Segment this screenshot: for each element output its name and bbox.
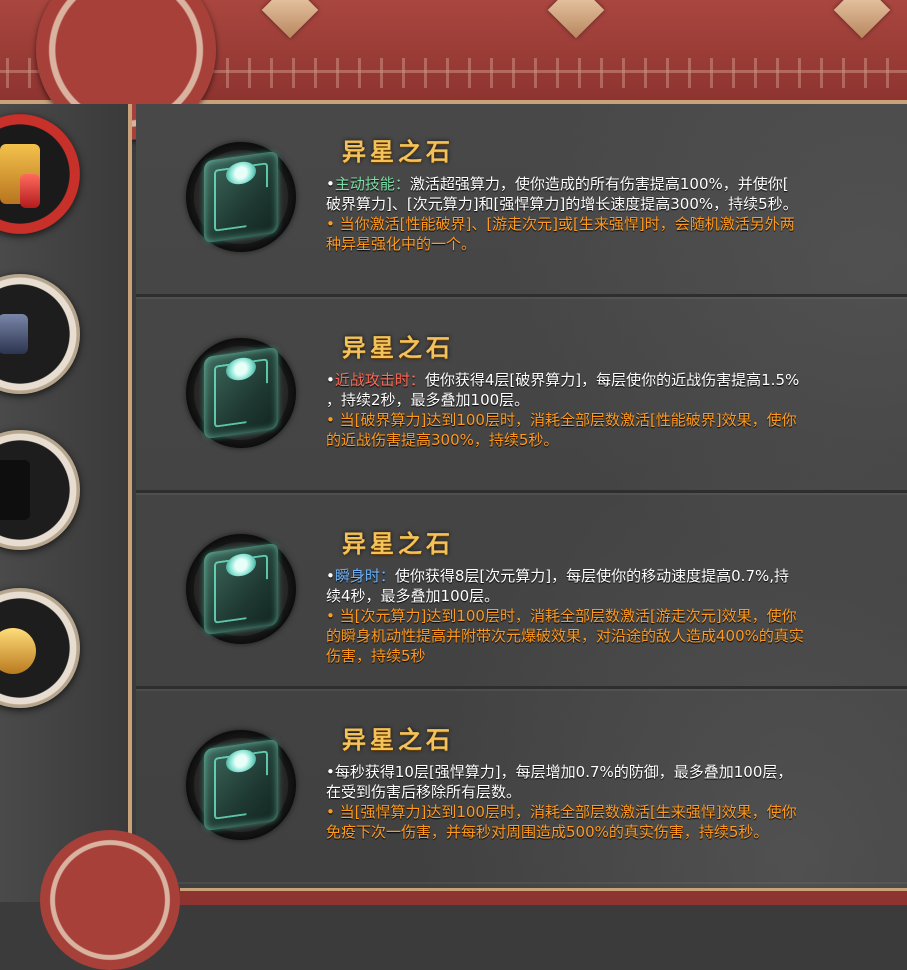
- skill-panel: 异星之石 •主动技能：激活超强算力，使你造成的所有伤害提高100%，并使你[ 破…: [136, 104, 907, 902]
- skill-description: •近战攻击时：使你获得4层[破界算力]，每层使你的近战伤害提高1.5% ，持续2…: [326, 371, 800, 449]
- keyword-blink: 瞬身时: [334, 567, 380, 585]
- bottom-medallion: [40, 830, 180, 970]
- skill-row: 异星之石 •近战攻击时：使你获得4层[破界算力]，每层使你的近战伤害提高1.5%…: [136, 300, 907, 493]
- skill-title: 异星之石: [342, 726, 454, 754]
- sidebar-tab-3[interactable]: [0, 430, 80, 550]
- skill-description: •每秒获得10层[强悍算力]，每层增加0.7%的防御，最多叠加100层， 在受到…: [326, 763, 797, 841]
- sidebar-tab-active[interactable]: [0, 114, 80, 234]
- keyword-melee: 近战攻击时: [334, 371, 410, 389]
- alien-stone-gem-icon: [186, 142, 296, 252]
- skill-title: 异星之石: [342, 530, 454, 558]
- keyword-active-skill: 主动技能: [334, 175, 395, 193]
- diamond-ornament: [547, 0, 605, 39]
- diamond-ornament: [833, 0, 891, 39]
- sidebar-tab-2[interactable]: [0, 274, 80, 394]
- sidebar-tab-4[interactable]: [0, 588, 80, 708]
- skill-title: 异星之石: [342, 138, 454, 166]
- skill-row: 异星之石 •每秒获得10层[强悍算力]，每层增加0.7%的防御，最多叠加100层…: [136, 692, 907, 882]
- diamond-ornament: [261, 0, 319, 39]
- sidebar: [0, 104, 132, 902]
- skill-description: •主动技能：激活超强算力，使你造成的所有伤害提高100%，并使你[ 破界算力]、…: [326, 175, 798, 253]
- dragon-icon: [0, 628, 36, 674]
- creature-icon: [0, 314, 28, 354]
- skill-row: 异星之石 •主动技能：激活超强算力，使你造成的所有伤害提高100%，并使你[ 破…: [136, 104, 907, 297]
- skill-description: •瞬身时：使你获得8层[次元算力]，每层使你的移动速度提高0.7%,持 续4秒，…: [326, 567, 804, 665]
- bottom-border: [180, 888, 907, 905]
- skill-title: 异星之石: [342, 334, 454, 362]
- alien-stone-gem-icon: [186, 338, 296, 448]
- alien-stone-gem-icon: [186, 730, 296, 840]
- shadow-icon: [0, 460, 30, 520]
- skill-row: 异星之石 •瞬身时：使你获得8层[次元算力]，每层使你的移动速度提高0.7%,持…: [136, 496, 907, 689]
- alien-stone-gem-icon: [186, 534, 296, 644]
- crystal-icon: [20, 174, 40, 208]
